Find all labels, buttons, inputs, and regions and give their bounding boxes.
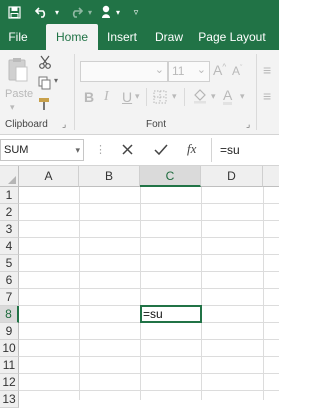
tab-file[interactable]: File: [0, 24, 36, 50]
active-cell-c8[interactable]: =su: [140, 305, 202, 323]
grid-line: [19, 356, 279, 357]
shrink-font-icon[interactable]: Aˇ: [232, 64, 242, 78]
fill-color-icon[interactable]: [192, 88, 208, 104]
grid-line: [19, 203, 279, 204]
row-header-2[interactable]: 2: [0, 204, 19, 221]
font-name-chevron-icon: ⌄: [154, 64, 164, 76]
row-header-11[interactable]: 11: [0, 357, 19, 374]
font-group-label: Font: [146, 119, 167, 130]
active-cell-value: =su: [143, 307, 163, 321]
grid-line: [19, 390, 279, 391]
cut-icon[interactable]: [38, 55, 52, 69]
underline-dropdown-icon[interactable]: ▾: [135, 91, 140, 102]
clipboard-group-label: Clipboard: [5, 119, 48, 130]
grid-line: [19, 271, 279, 272]
customize-icon[interactable]: ▿: [131, 2, 141, 22]
formula-bar-grip-icon: ⋮: [95, 144, 106, 156]
grid-line: [19, 220, 279, 221]
tab-home[interactable]: Home: [46, 24, 98, 50]
tab-insert[interactable]: Insert: [100, 24, 144, 50]
font-color-dropdown-icon[interactable]: ▾: [240, 91, 245, 102]
borders-icon[interactable]: [153, 90, 167, 104]
column-header-e[interactable]: [263, 166, 279, 187]
row-header-6[interactable]: 6: [0, 272, 19, 289]
undo-dropdown-icon[interactable]: ▾: [52, 2, 62, 22]
grow-font-icon[interactable]: A^: [213, 62, 226, 78]
underline-button[interactable]: U: [122, 89, 132, 105]
touch-mode-icon[interactable]: [99, 2, 113, 22]
row-header-12[interactable]: 12: [0, 374, 19, 391]
format-painter-icon[interactable]: [38, 97, 52, 111]
tab-page-layout[interactable]: Page Layout: [196, 24, 268, 50]
insert-function-button[interactable]: fx: [187, 141, 196, 157]
name-box[interactable]: SUM ▾: [0, 139, 84, 161]
row-header-4[interactable]: 4: [0, 238, 19, 255]
row-header-10[interactable]: 10: [0, 340, 19, 357]
copy-dropdown-icon[interactable]: ▾: [54, 76, 58, 85]
enter-icon[interactable]: [154, 143, 168, 156]
bold-button[interactable]: B: [84, 89, 94, 105]
column-header-a[interactable]: A: [19, 166, 79, 187]
font-launcher-icon[interactable]: ⌟: [246, 119, 250, 130]
row-header-9[interactable]: 9: [0, 323, 19, 340]
paste-dropdown-icon[interactable]: ▾: [10, 102, 15, 113]
paste-icon[interactable]: [6, 56, 30, 84]
grid-line: [79, 187, 80, 400]
font-separator: [184, 88, 185, 106]
font-name-dropdown[interactable]: ⌄: [80, 61, 168, 82]
grid-line: [19, 373, 279, 374]
grid-line: [140, 187, 141, 400]
fill-color-dropdown-icon[interactable]: ▾: [211, 91, 216, 102]
grid-line: [19, 237, 279, 238]
font-color-icon[interactable]: A: [223, 88, 233, 105]
row-header-5[interactable]: 5: [0, 255, 19, 272]
font-size-dropdown[interactable]: 11 ⌄: [168, 61, 210, 82]
select-all-corner[interactable]: [0, 166, 19, 187]
row-header-8[interactable]: 8: [0, 306, 19, 323]
align-left-icon[interactable]: ≡: [263, 88, 271, 104]
group-separator: [256, 54, 257, 130]
font-separator: [146, 88, 147, 106]
touch-dropdown-icon[interactable]: ▾: [113, 2, 123, 22]
tab-draw[interactable]: Draw: [148, 24, 190, 50]
undo-icon[interactable]: [34, 2, 50, 22]
paste-button[interactable]: Paste: [5, 88, 35, 100]
grid-line: [263, 187, 264, 400]
grid-line: [19, 254, 279, 255]
redo-icon[interactable]: [68, 2, 84, 22]
name-box-value: SUM: [4, 144, 29, 156]
cancel-icon[interactable]: [121, 143, 134, 156]
row-header-1[interactable]: 1: [0, 187, 19, 204]
column-header-c[interactable]: C: [140, 166, 201, 187]
group-separator: [74, 54, 75, 130]
redo-dropdown-icon[interactable]: ▾: [85, 2, 95, 22]
column-header-b[interactable]: B: [79, 166, 140, 187]
italic-button[interactable]: I: [104, 89, 109, 105]
borders-dropdown-icon[interactable]: ▾: [172, 91, 177, 102]
font-size-value: 11: [172, 64, 185, 78]
row-header-7[interactable]: 7: [0, 289, 19, 306]
clipboard-launcher-icon[interactable]: ⌟: [62, 119, 66, 130]
row-header-3[interactable]: 3: [0, 221, 19, 238]
name-box-dropdown-icon[interactable]: ▾: [75, 140, 80, 160]
cell-grid[interactable]: [19, 187, 279, 400]
grid-line: [19, 288, 279, 289]
save-icon[interactable]: [6, 2, 22, 22]
copy-icon[interactable]: [38, 76, 52, 90]
formula-divider: [211, 138, 212, 162]
column-header-d[interactable]: D: [201, 166, 263, 187]
align-top-icon[interactable]: ≡: [263, 62, 271, 78]
formula-input[interactable]: =su: [220, 143, 240, 157]
grid-line: [19, 339, 279, 340]
grid-line: [201, 187, 202, 400]
font-size-chevron-icon: ⌄: [196, 64, 206, 76]
